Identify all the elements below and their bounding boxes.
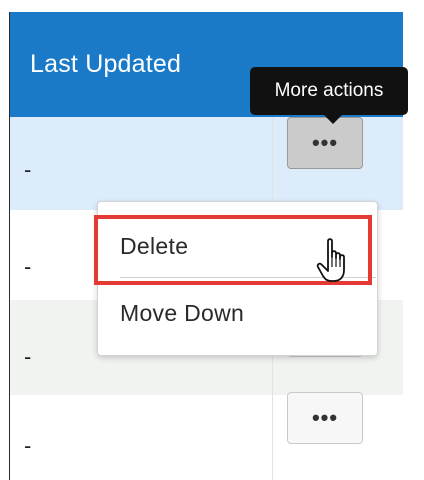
ellipsis-icon: •••	[311, 130, 339, 155]
more-actions-button[interactable]: •••	[287, 392, 363, 444]
tooltip-arrow	[324, 115, 342, 124]
last-updated-cell: -	[24, 344, 32, 369]
column-header-last-updated[interactable]: Last Updated	[30, 50, 181, 79]
last-updated-cell: -	[24, 433, 32, 458]
more-actions-button[interactable]: •••	[287, 117, 363, 169]
last-updated-cell: -	[24, 254, 32, 279]
last-updated-cell: -	[24, 157, 32, 182]
hand-pointer-cursor-icon	[316, 237, 356, 290]
ellipsis-icon: •••	[311, 405, 339, 430]
menu-item-move-down[interactable]: Move Down	[98, 288, 377, 338]
tooltip-text: More actions	[274, 80, 384, 101]
more-actions-tooltip: More actions	[250, 67, 408, 115]
